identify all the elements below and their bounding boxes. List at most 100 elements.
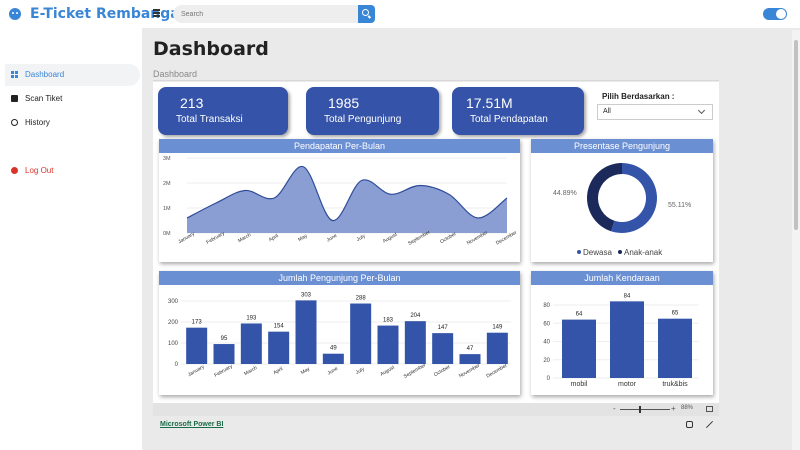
zoom-level: 88% xyxy=(681,405,694,411)
vehicles-bar-chart: 0 20 40 60 80 64 mobil 84 motor 65 truk&bis xyxy=(543,293,699,388)
y-tick-label: 80 xyxy=(543,303,550,309)
y-tick-label: 1M xyxy=(163,206,171,212)
filter-selected-value: All xyxy=(603,108,611,115)
chevron-down-icon xyxy=(697,106,706,115)
data-label: 84 xyxy=(624,293,631,299)
sidebar-item-label: History xyxy=(25,118,50,127)
x-tick-label: March xyxy=(237,232,252,244)
bar xyxy=(213,344,235,364)
share-icon[interactable] xyxy=(686,421,693,428)
data-label: 154 xyxy=(274,324,285,330)
data-label: 47 xyxy=(467,346,474,352)
fullscreen-icon[interactable] xyxy=(706,421,713,428)
data-label: 147 xyxy=(438,325,449,331)
bar xyxy=(186,327,208,364)
kpi-value: 1985 xyxy=(328,95,360,111)
y-tick-label: 2M xyxy=(163,181,171,187)
kpi-card-pendapatan: 17.51M Total Pendapatan xyxy=(452,87,584,135)
x-tick-label: April xyxy=(272,366,284,376)
zoom-slider-handle[interactable] xyxy=(639,406,641,413)
kpi-value: 213 xyxy=(180,95,204,111)
x-tick-label: May xyxy=(297,233,309,243)
zoom-out-button[interactable]: - xyxy=(613,404,616,413)
bar xyxy=(268,331,290,364)
smile-logo-icon xyxy=(9,8,21,20)
x-tick-label: October xyxy=(433,364,452,378)
y-tick-label: 200 xyxy=(168,320,179,326)
filter-dropdown[interactable]: All xyxy=(597,104,713,120)
donut-slice xyxy=(587,163,622,232)
search-input[interactable] xyxy=(181,8,351,20)
data-label: 193 xyxy=(246,315,257,321)
x-tick-label: May xyxy=(300,366,312,376)
sidebar-item-dashboard[interactable]: Dashboard xyxy=(5,64,140,86)
zoom-in-button[interactable]: + xyxy=(671,404,676,413)
sidebar-item-scan-tiket[interactable]: Scan Tiket xyxy=(5,88,140,110)
top-bar: E-Ticket Rembangan xyxy=(0,0,800,28)
legend-marker xyxy=(577,250,581,254)
kpi-label: Total Transaksi xyxy=(176,114,243,125)
y-tick-label: 300 xyxy=(168,299,179,305)
power-bi-link[interactable]: Microsoft Power BI xyxy=(160,421,223,428)
bar xyxy=(322,353,344,364)
legend-label: Dewasa xyxy=(583,248,612,257)
data-label: 149 xyxy=(492,325,503,331)
scroll-thumb[interactable] xyxy=(794,40,798,230)
divider xyxy=(153,80,719,81)
search-button[interactable] xyxy=(358,5,375,23)
bar xyxy=(295,300,317,364)
kpi-label: Total Pengunjung xyxy=(324,114,402,125)
sidebar-item-label: Dashboard xyxy=(25,70,65,79)
x-tick-label: February xyxy=(213,363,234,378)
y-tick-label: 100 xyxy=(168,341,179,347)
y-tick-label: 3M xyxy=(163,156,171,162)
data-label: 204 xyxy=(410,313,421,319)
x-tick-label: July xyxy=(355,366,366,376)
data-label: 49 xyxy=(330,346,337,352)
revenue-chart-panel: Pendapatan Per-Bulan 0M 1M 2M 3M January Febr… xyxy=(159,139,520,262)
data-label: 64 xyxy=(576,312,583,318)
x-tick-label: September xyxy=(403,362,427,380)
sidebar-item-logout[interactable]: Log Out xyxy=(5,160,140,182)
bar xyxy=(486,332,508,364)
y-tick-label: 60 xyxy=(543,321,550,327)
data-label: 183 xyxy=(383,318,394,324)
bar xyxy=(240,323,262,364)
visitor-share-panel: Presentase Pengunjung 55.11% 44.89% Dewasa… xyxy=(531,139,713,262)
sidebar-item-label: Log Out xyxy=(25,166,54,175)
theme-toggle[interactable] xyxy=(763,8,787,20)
y-tick-label: 40 xyxy=(543,340,550,346)
scan-icon xyxy=(11,95,18,102)
kpi-card-pengunjung: 1985 Total Pengunjung xyxy=(306,87,439,135)
x-tick-label: January xyxy=(187,364,206,378)
data-label: 288 xyxy=(356,296,367,302)
revenue-area-chart: 0M1M2M3MJanuary February March April May June… xyxy=(163,156,518,247)
y-tick-label: 0 xyxy=(175,362,179,368)
x-tick-label: July xyxy=(356,233,367,243)
slice-label: 44.89% xyxy=(553,190,577,197)
hamburger-menu-icon[interactable] xyxy=(153,9,161,17)
x-tick-label: motor xyxy=(618,381,637,388)
x-tick-label: August xyxy=(379,364,396,377)
data-label: 65 xyxy=(672,311,679,317)
filter-slicer: Pilih Berdasarkan : All xyxy=(596,89,714,123)
bar xyxy=(610,301,644,378)
breadcrumb[interactable]: Dashboard xyxy=(153,69,197,79)
page-title: Dashboard xyxy=(153,38,269,60)
page-scrollbar[interactable] xyxy=(792,30,800,450)
fit-to-page-icon[interactable] xyxy=(706,406,713,412)
x-tick-label: truk&bis xyxy=(662,381,688,388)
x-tick-label: June xyxy=(326,233,339,244)
slice-label: 55.11% xyxy=(668,202,691,209)
bar xyxy=(658,318,692,378)
y-tick-label: 0 xyxy=(547,376,551,382)
bar xyxy=(432,333,454,364)
zoom-slider[interactable] xyxy=(620,409,670,410)
sidebar-item-history[interactable]: History xyxy=(5,112,140,134)
data-label: 303 xyxy=(301,292,312,298)
visitor-donut-chart: 55.11% 44.89% Dewasa Anak-anak xyxy=(553,163,691,257)
x-tick-label: March xyxy=(243,365,258,377)
history-icon xyxy=(11,119,18,126)
y-tick-label: 20 xyxy=(543,358,550,364)
legend-marker xyxy=(618,250,622,254)
